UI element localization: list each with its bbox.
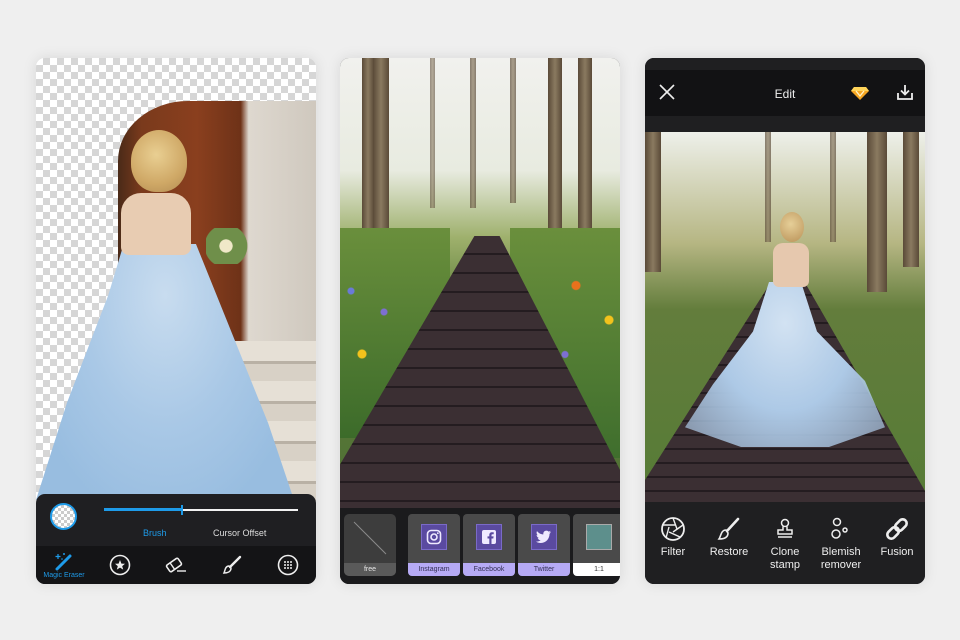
format-free[interactable]: free — [344, 514, 396, 576]
tool-blemish-remover[interactable]: Blemish remover — [813, 516, 869, 584]
share-format-screen: free Instagram Facebook Twitter 1:1 — [340, 58, 620, 584]
eraser-control-panel: Brush Cursor Offset Magic Eraser — [36, 494, 316, 584]
tree-trunk — [578, 58, 592, 233]
format-selector: free Instagram Facebook Twitter 1:1 — [340, 508, 620, 584]
brush-size-slider[interactable] — [104, 505, 298, 515]
format-label: Twitter — [518, 563, 570, 576]
download-icon — [897, 85, 913, 100]
tool-fusion[interactable]: Fusion — [869, 516, 925, 584]
tool-label: Filter — [660, 546, 686, 558]
bride-dress-image — [685, 282, 885, 447]
forest-path-image — [340, 58, 620, 508]
tool-favorite[interactable] — [95, 546, 145, 584]
brush-preview — [50, 503, 77, 530]
tab-cursor-offset[interactable]: Cursor Offset — [213, 528, 266, 538]
format-facebook[interactable]: Facebook — [463, 514, 515, 576]
eraser-toolbar: Magic Eraser — [36, 546, 316, 584]
tree-trunk — [430, 58, 435, 208]
star-circle-icon — [109, 554, 131, 576]
instagram-icon — [421, 524, 447, 550]
tool-filter[interactable]: Filter — [645, 516, 701, 584]
tool-label-line: Blemish — [821, 546, 861, 558]
tree-trunk — [830, 132, 836, 242]
tree-trunk — [867, 132, 887, 292]
tree-trunk — [903, 132, 919, 267]
format-square[interactable]: 1:1 — [573, 514, 620, 576]
bouquet-image — [206, 228, 256, 264]
tool-label: Clone stamp — [770, 546, 800, 572]
bride-head-image — [780, 212, 804, 242]
tree-trunk — [765, 132, 771, 242]
diamond-icon — [851, 87, 869, 100]
tool-label: Fusion — [880, 546, 914, 558]
tree-trunk — [548, 58, 562, 253]
tool-eraser[interactable] — [151, 546, 201, 584]
bride-back-image — [121, 193, 191, 255]
tool-more[interactable] — [263, 546, 313, 584]
brush-icon — [222, 555, 242, 574]
premium-button[interactable] — [850, 82, 870, 102]
format-label: Instagram — [408, 563, 460, 576]
edit-toolbar: Filter Restore Clonestamp Blemishremov — [645, 502, 925, 584]
stamp-icon — [777, 518, 793, 538]
tool-label-line: Clone — [770, 546, 800, 558]
tool-label: Restore — [709, 546, 749, 558]
tree-trunk — [470, 58, 476, 208]
edit-screen: Edit Filter Restore Clone stamp Blemish … — [645, 58, 925, 584]
tab-brush[interactable]: Brush — [143, 528, 167, 538]
brush-icon — [717, 517, 740, 540]
grid-circle-icon — [277, 554, 299, 576]
edit-header: Edit — [645, 58, 925, 132]
edited-photo — [645, 132, 925, 502]
square-ratio-icon — [586, 524, 612, 550]
magic-wand-icon — [55, 553, 72, 571]
format-label: free — [344, 563, 396, 576]
link-icon — [886, 518, 908, 540]
tool-label: Blemish remover — [821, 546, 861, 572]
export-button[interactable] — [895, 82, 915, 102]
tool-restore[interactable]: Restore — [701, 516, 757, 584]
twitter-icon — [531, 524, 557, 550]
bride-back-image — [773, 243, 809, 287]
tool-brush[interactable] — [207, 546, 257, 584]
facebook-icon — [476, 524, 502, 550]
tree-trunk — [645, 132, 661, 272]
slider-fill — [104, 508, 182, 511]
page-title: Edit — [774, 87, 796, 101]
brush-settings: Brush Cursor Offset — [36, 494, 316, 546]
aperture-icon — [661, 517, 685, 541]
format-twitter[interactable]: Twitter — [518, 514, 570, 576]
eraser-icon — [165, 557, 186, 573]
tree-trunk — [373, 58, 389, 238]
tool-clone-stamp[interactable]: Clone stamp — [757, 516, 813, 584]
format-label: Facebook — [463, 563, 515, 576]
bride-head-image — [131, 130, 187, 192]
magic-eraser-screen: Brush Cursor Offset Magic Eraser — [36, 58, 316, 584]
tool-label: Magic Eraser — [43, 572, 85, 579]
tool-label-line: stamp — [770, 559, 800, 571]
tree-trunk — [510, 58, 516, 203]
format-instagram[interactable]: Instagram — [408, 514, 460, 576]
tool-magic-eraser[interactable]: Magic Eraser — [39, 546, 89, 584]
bubbles-icon — [831, 517, 848, 539]
tool-label-line: remover — [820, 559, 862, 571]
format-label: 1:1 — [573, 563, 620, 576]
slider-thumb[interactable] — [180, 505, 183, 515]
free-crop-icon — [353, 521, 387, 555]
